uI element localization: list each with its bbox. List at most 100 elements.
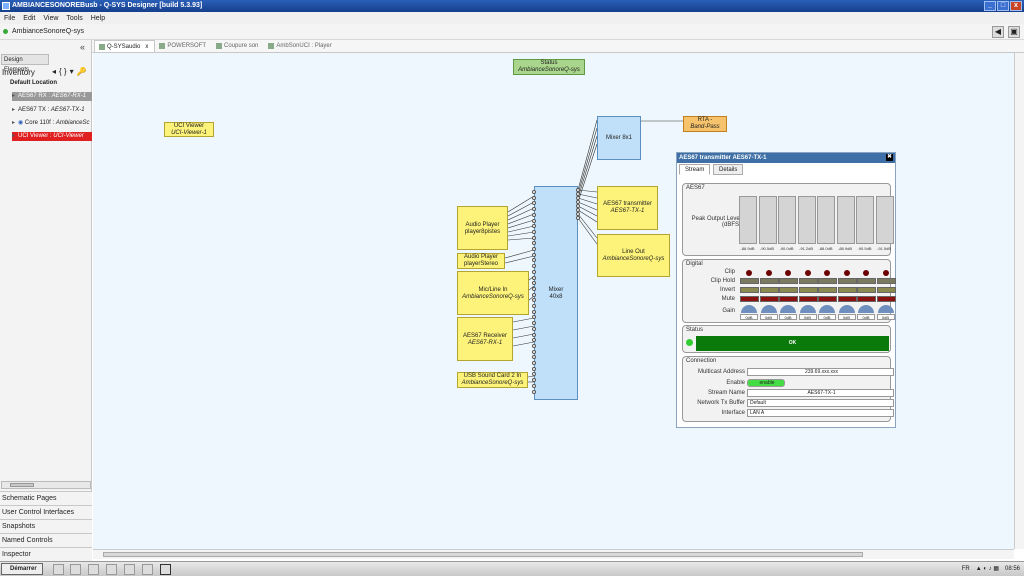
- gain-value[interactable]: 0dB: [759, 314, 778, 320]
- canvas-horizontal-scrollbar[interactable]: [93, 549, 1014, 559]
- input-pin[interactable]: [532, 218, 536, 223]
- invert-button[interactable]: [759, 287, 779, 293]
- input-pin[interactable]: [532, 389, 536, 394]
- word-icon[interactable]: [88, 564, 99, 575]
- clock[interactable]: 08:56: [1005, 564, 1020, 575]
- audio-player-8-block[interactable]: Audio Player player8pistes: [457, 206, 508, 250]
- interface-select[interactable]: LAN A: [747, 409, 894, 417]
- gain-knob[interactable]: [877, 305, 894, 313]
- tab-details[interactable]: Details: [713, 164, 744, 175]
- input-pin[interactable]: [532, 366, 536, 371]
- app-icon[interactable]: [106, 564, 117, 575]
- input-pin[interactable]: [532, 292, 536, 297]
- clip-hold-button[interactable]: [857, 278, 876, 284]
- invert-button[interactable]: [779, 287, 798, 293]
- audio-player-stereo-block[interactable]: Audio Player playerStereo: [457, 253, 505, 269]
- qsys-designer-task-icon[interactable]: [160, 564, 171, 575]
- invert-button[interactable]: [876, 287, 896, 293]
- invert-button[interactable]: [837, 287, 857, 293]
- input-pin[interactable]: [532, 304, 536, 308]
- firefox-icon[interactable]: [124, 564, 135, 575]
- invert-button[interactable]: [798, 287, 818, 293]
- gain-value[interactable]: 0dB: [818, 314, 836, 320]
- gain-value[interactable]: 0dB: [779, 314, 797, 320]
- input-pin[interactable]: [532, 343, 536, 348]
- gain-value[interactable]: 0dB: [876, 314, 895, 320]
- mute-button[interactable]: [759, 296, 779, 302]
- input-pin[interactable]: [532, 349, 536, 354]
- peak-value: -90.0dB: [779, 246, 794, 251]
- input-pin[interactable]: [532, 190, 536, 194]
- stream-name-field[interactable]: AES67-TX-1: [747, 389, 894, 397]
- gain-value[interactable]: 0dB: [740, 314, 758, 320]
- mute-label: Mute: [721, 296, 735, 302]
- status-block[interactable]: Status AmbianceSonoreQ-sys: [513, 59, 585, 75]
- panel-close-icon[interactable]: ✖: [886, 154, 893, 161]
- explorer-icon[interactable]: [53, 564, 64, 575]
- input-pin[interactable]: [532, 309, 536, 314]
- tab-stream[interactable]: Stream: [679, 164, 711, 175]
- mixer-8x1-block[interactable]: Mixer 8x1: [597, 116, 641, 160]
- rta-block[interactable]: RTA - Band-Pass: [683, 116, 727, 132]
- gain-value[interactable]: 0dB: [798, 314, 817, 320]
- scroll-thumb[interactable]: [103, 552, 863, 557]
- invert-button[interactable]: [818, 287, 837, 293]
- invert-button[interactable]: [857, 287, 876, 293]
- uci-viewer-block[interactable]: UCI Viewer UCI-Viewer-1: [164, 122, 214, 137]
- clip-hold-button[interactable]: [798, 278, 818, 284]
- network-buffer-select[interactable]: Default: [747, 399, 894, 407]
- panel-title: AES67 transmitter AES67-TX-1: [677, 153, 895, 163]
- input-pin[interactable]: [532, 383, 536, 388]
- mute-button[interactable]: [876, 296, 896, 302]
- clip-hold-button[interactable]: [779, 278, 798, 284]
- gain-value[interactable]: 0dB: [837, 314, 856, 320]
- input-pin[interactable]: [532, 269, 536, 274]
- mute-button[interactable]: [857, 296, 876, 302]
- gain-value[interactable]: 0dB: [857, 314, 875, 320]
- clip-hold-button[interactable]: [740, 278, 759, 284]
- gain-knob[interactable]: [858, 305, 874, 313]
- app-icon[interactable]: [142, 564, 153, 575]
- mute-button[interactable]: [779, 296, 798, 302]
- gain-knob[interactable]: [799, 305, 816, 313]
- language-indicator[interactable]: FR: [962, 564, 970, 575]
- mute-button[interactable]: [818, 296, 837, 302]
- mixer-40x8-block[interactable]: Mixer 40x8: [534, 186, 578, 400]
- input-pin[interactable]: [532, 252, 536, 257]
- gain-knob[interactable]: [760, 305, 777, 313]
- input-pin[interactable]: [532, 326, 536, 331]
- line-out-block[interactable]: Line Out AmbianceSonoreQ-sys: [597, 234, 670, 277]
- input-pin[interactable]: [532, 247, 536, 251]
- gain-knob[interactable]: [838, 305, 855, 313]
- input-pin[interactable]: [532, 229, 536, 234]
- gain-knob[interactable]: [780, 305, 796, 313]
- clip-hold-button[interactable]: [759, 278, 779, 284]
- canvas-vertical-scrollbar[interactable]: [1014, 53, 1024, 549]
- gain-knob[interactable]: [741, 305, 757, 313]
- input-pin[interactable]: [532, 332, 536, 337]
- tray-icons[interactable]: ▲ ◐ ♪ ▦: [976, 564, 999, 575]
- input-pin[interactable]: [532, 212, 536, 217]
- clip-hold-button[interactable]: [818, 278, 837, 284]
- output-pin[interactable]: [576, 216, 580, 220]
- input-pin[interactable]: [532, 361, 536, 365]
- input-pin[interactable]: [532, 195, 536, 200]
- usb-sound-card-block[interactable]: USB Sound Card 2 In AmbianceSonoreQ-sys: [457, 372, 528, 388]
- multicast-address-field[interactable]: 239.69.xxx.xxx: [747, 368, 894, 376]
- mute-button[interactable]: [837, 296, 857, 302]
- clip-hold-button[interactable]: [837, 278, 857, 284]
- chrome-icon[interactable]: [70, 564, 81, 575]
- clip-hold-button[interactable]: [876, 278, 896, 284]
- mute-button[interactable]: [740, 296, 759, 302]
- input-pin[interactable]: [532, 275, 536, 280]
- invert-button[interactable]: [740, 287, 759, 293]
- input-pin[interactable]: [532, 235, 536, 240]
- mic-line-in-block[interactable]: Mic/Line In AmbianceSonoreQ-sys: [457, 271, 529, 315]
- enable-toggle[interactable]: enable: [747, 379, 785, 387]
- gain-knob[interactable]: [819, 305, 835, 313]
- start-button[interactable]: Démarrer: [1, 563, 43, 575]
- mute-button[interactable]: [798, 296, 818, 302]
- aes67-transmitter-block[interactable]: AES67 transmitter AES67-TX-1: [597, 186, 658, 230]
- input-pin[interactable]: [532, 286, 536, 291]
- aes67-receiver-block[interactable]: AES67 Receiver AES67-RX-1: [457, 317, 513, 361]
